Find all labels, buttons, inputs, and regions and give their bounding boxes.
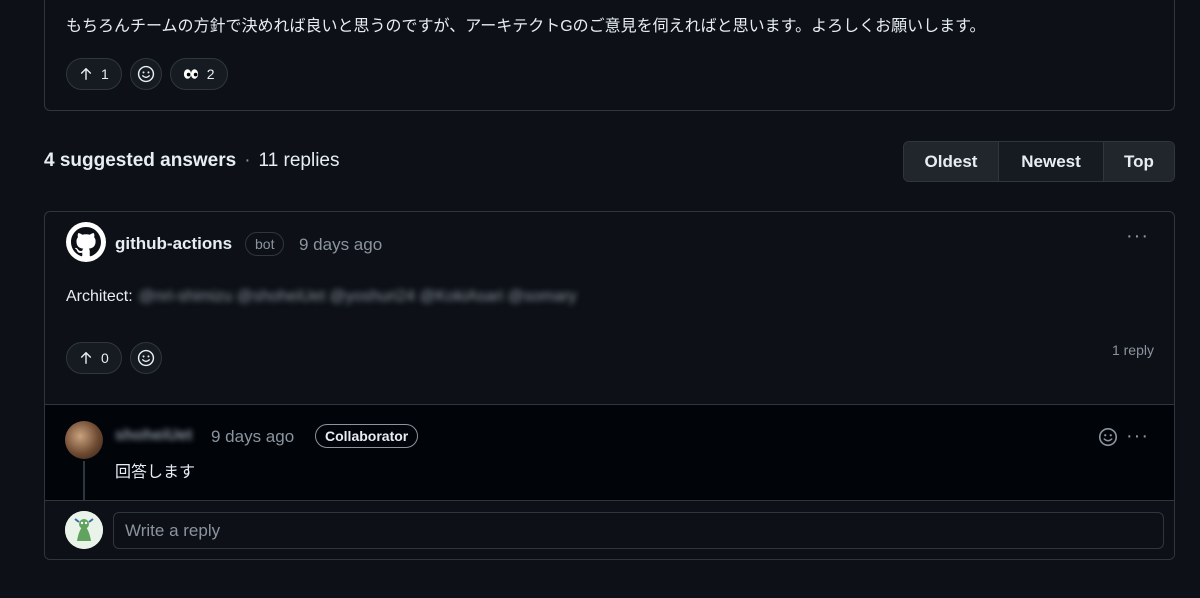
write-reply-input[interactable] bbox=[113, 512, 1164, 549]
bot-badge: bot bbox=[245, 232, 285, 256]
answer-more-options-button[interactable]: ··· bbox=[1126, 226, 1149, 246]
answer-body: Architect: @nri-shimizu @shoheiUet @yoshu… bbox=[66, 288, 576, 306]
identicon-icon bbox=[65, 511, 103, 549]
reply-timestamp[interactable]: 9 days ago bbox=[211, 427, 294, 447]
reply-add-reaction-button[interactable] bbox=[1098, 427, 1118, 452]
sort-tabs: Oldest Newest Top bbox=[903, 141, 1175, 182]
answer-upvote-count: 0 bbox=[101, 350, 109, 366]
reply-count: 1 reply bbox=[1111, 342, 1154, 358]
discussion-page: もちろんチームの方針で決めれば良いと思うのですが、アーキテクトGのご意見を伺えれ… bbox=[0, 0, 1200, 598]
comment-body: もちろんチームの方針で決めれば良いと思うのですが、アーキテクトGのご意見を伺えれ… bbox=[66, 18, 986, 35]
answer-upvote-button[interactable]: 0 bbox=[66, 342, 122, 374]
smiley-icon bbox=[137, 349, 155, 367]
architect-label: Architect: bbox=[66, 288, 133, 305]
answer-add-reaction-button[interactable] bbox=[129, 342, 162, 374]
arrow-up-icon bbox=[79, 67, 93, 81]
current-user-avatar bbox=[65, 511, 103, 549]
write-reply-area bbox=[45, 500, 1174, 559]
answer-reactions: 0 bbox=[66, 342, 162, 374]
reply-body: 回答します bbox=[115, 464, 196, 481]
reply-thread: shoheiUet 9 days ago Collaborator 回答します … bbox=[45, 404, 1174, 501]
separator-dot: · bbox=[244, 150, 251, 171]
mentions-blurred: @nri-shimizu @shoheiUet @yoshuri24 @Koki… bbox=[138, 288, 577, 305]
thread-line bbox=[83, 461, 85, 501]
github-logo-avatar[interactable] bbox=[66, 222, 106, 262]
reply-more-options-button[interactable]: ··· bbox=[1126, 426, 1149, 446]
reply-author-avatar[interactable] bbox=[65, 421, 103, 459]
answer-author-link[interactable]: github-actions bbox=[115, 234, 232, 254]
suggested-answers-count: 4 suggested answers bbox=[44, 150, 237, 171]
smiley-icon bbox=[1098, 427, 1118, 451]
sort-newest-button[interactable]: Newest bbox=[999, 142, 1104, 181]
comment-box: もちろんチームの方針で決めれば良いと思うのですが、アーキテクトGのご意見を伺えれ… bbox=[44, 0, 1175, 111]
eyes-reaction-button[interactable]: 2 bbox=[169, 58, 228, 90]
answer-timestamp[interactable]: 9 days ago bbox=[299, 235, 382, 255]
add-reaction-button[interactable] bbox=[129, 58, 162, 90]
replies-count: 11 replies bbox=[258, 150, 340, 171]
upvote-button[interactable]: 1 bbox=[66, 58, 122, 90]
reply-author-link[interactable]: shoheiUet bbox=[115, 427, 192, 445]
answers-summary: 4 suggested answers · 11 replies bbox=[44, 150, 340, 172]
eyes-icon bbox=[183, 68, 199, 80]
eyes-count: 2 bbox=[206, 66, 215, 82]
sort-top-button[interactable]: Top bbox=[1104, 142, 1174, 181]
arrow-up-icon bbox=[79, 351, 93, 365]
sort-oldest-button[interactable]: Oldest bbox=[904, 142, 999, 181]
comment-reactions: 1 2 bbox=[66, 58, 228, 90]
upvote-count: 1 bbox=[101, 66, 109, 82]
collaborator-badge: Collaborator bbox=[315, 424, 419, 448]
github-mark-icon bbox=[71, 227, 101, 257]
answer-card: github-actions bot 9 days ago ··· Archit… bbox=[44, 211, 1175, 560]
smiley-icon bbox=[137, 65, 155, 83]
